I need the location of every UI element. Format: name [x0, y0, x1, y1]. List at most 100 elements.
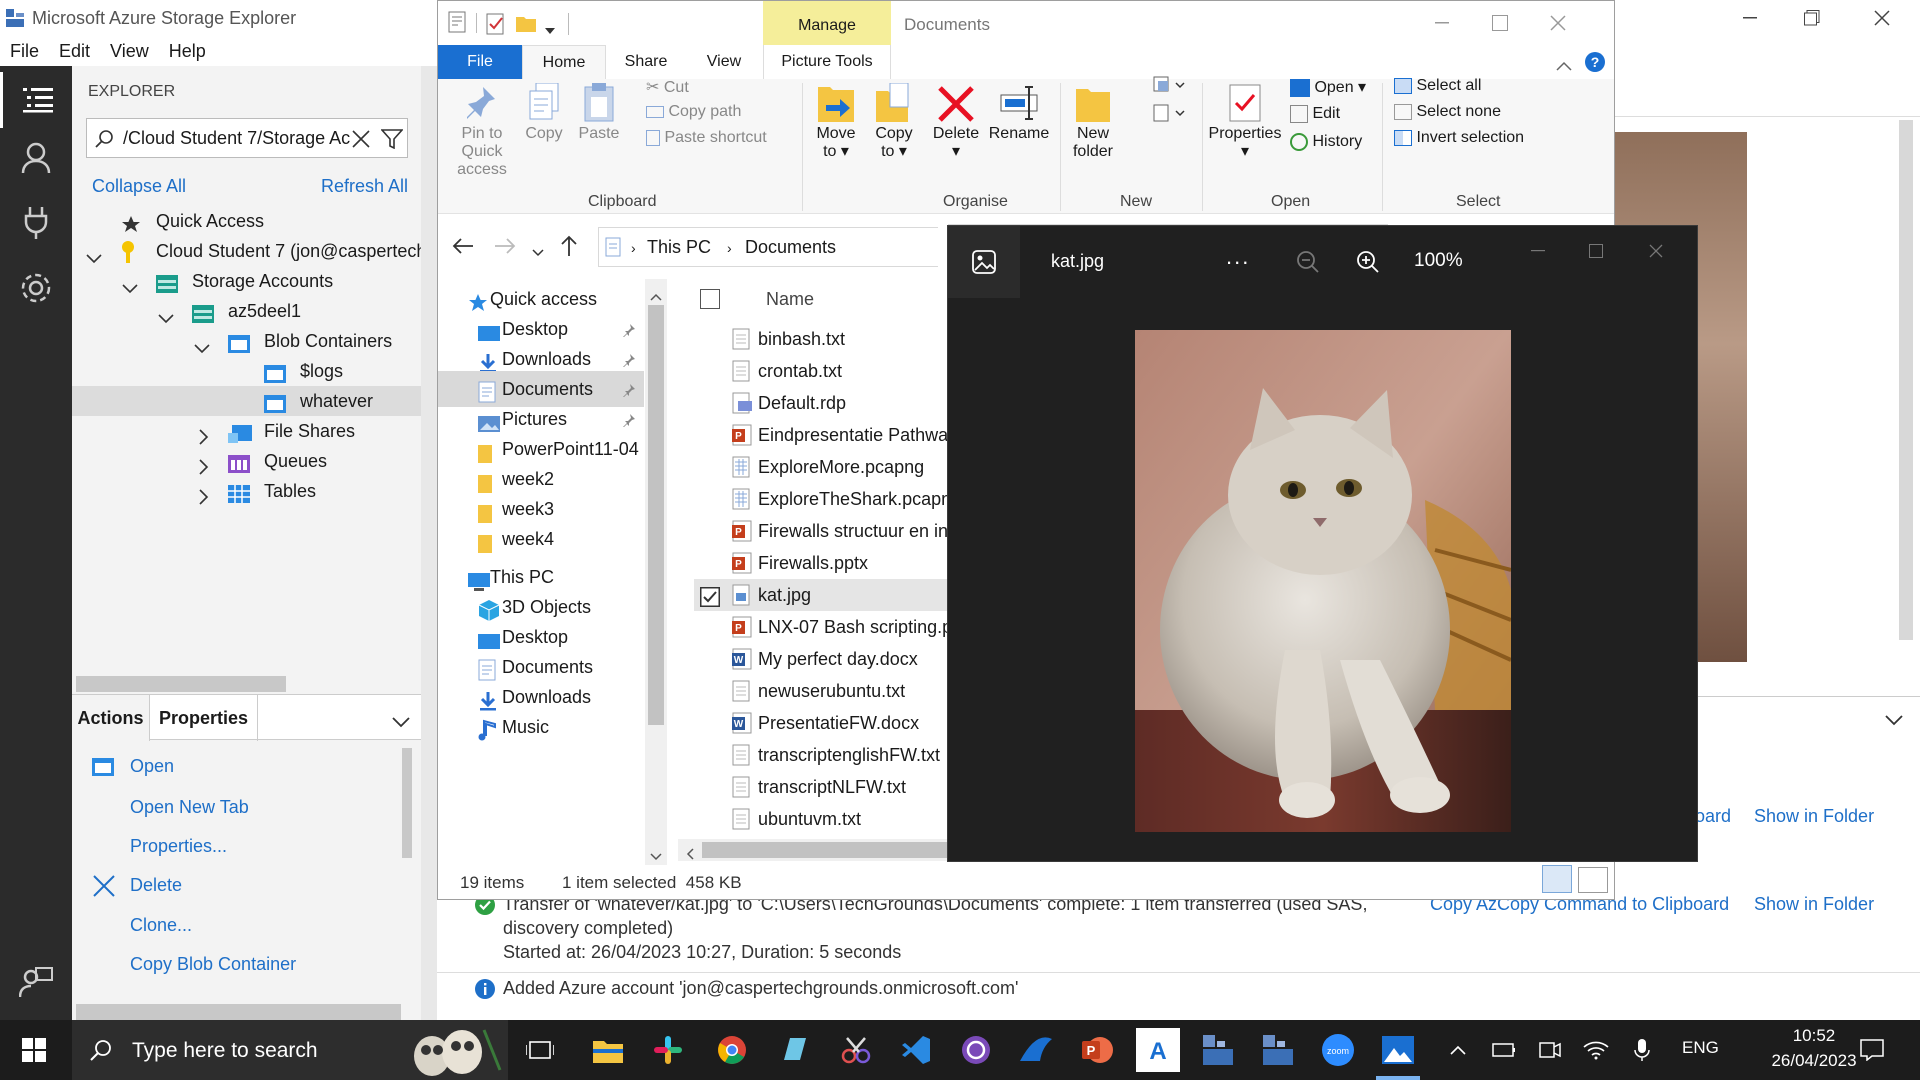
- breadcrumb-this-pc[interactable]: This PC: [647, 237, 711, 258]
- action-clone[interactable]: Clone...: [130, 915, 192, 936]
- pin-quick-access-button[interactable]: Pin to Quick access: [446, 79, 518, 179]
- tree-file-shares[interactable]: File Shares: [72, 416, 421, 446]
- restore-icon[interactable]: [1792, 4, 1832, 32]
- tab-share[interactable]: Share: [606, 45, 686, 79]
- select-all-checkbox[interactable]: [700, 289, 720, 309]
- filter-icon[interactable]: [380, 129, 404, 154]
- notes-app-icon[interactable]: [772, 1028, 816, 1072]
- minimize-icon[interactable]: [1518, 236, 1558, 266]
- editor-splitter[interactable]: [421, 66, 437, 1020]
- collapse-ribbon-icon[interactable]: [1556, 55, 1572, 76]
- windows-start-icon[interactable]: [12, 1028, 56, 1072]
- explorer-rail-icon[interactable]: [0, 72, 72, 128]
- recent-chevron-icon[interactable]: [532, 241, 544, 262]
- chrome-icon[interactable]: [710, 1028, 754, 1072]
- tree-whatever-container[interactable]: whatever: [72, 386, 421, 416]
- snipping-tool-icon[interactable]: [834, 1028, 878, 1072]
- tree-queues[interactable]: Queues: [72, 446, 421, 476]
- tree-storage-accounts[interactable]: Storage Accounts: [72, 266, 421, 296]
- action-open[interactable]: Open: [130, 756, 174, 777]
- paste-shortcut-button[interactable]: Paste shortcut: [646, 129, 767, 147]
- new-item-icon[interactable]: [1152, 75, 1188, 100]
- show-in-folder-link-1[interactable]: Show in Folder: [1754, 806, 1874, 827]
- scroll-left-icon[interactable]: [686, 844, 694, 865]
- menu-view[interactable]: View: [110, 36, 149, 66]
- rename-button[interactable]: Rename: [988, 79, 1050, 143]
- move-to-button[interactable]: Move to ▾: [810, 79, 862, 161]
- invert-selection-button[interactable]: Invert selection: [1394, 129, 1524, 147]
- tree-account[interactable]: Cloud Student 7 (jon@caspertech: [72, 236, 426, 266]
- action-copy-blob-container[interactable]: Copy Blob Container: [130, 954, 296, 975]
- zoom-icon[interactable]: zoom: [1316, 1028, 1360, 1072]
- help-icon[interactable]: ?: [1584, 51, 1606, 78]
- more-options-button[interactable]: ...: [1226, 244, 1250, 270]
- search-input[interactable]: /Cloud Student 7/Storage Ac: [123, 128, 350, 149]
- menu-file[interactable]: File: [10, 36, 39, 66]
- account-rail-icon[interactable]: [0, 130, 72, 186]
- nav-item-week4[interactable]: week4: [438, 521, 644, 557]
- copy-path-button[interactable]: Copy path: [646, 103, 741, 121]
- new-folder-qat-icon[interactable]: [516, 13, 536, 38]
- photos-app-taskbar-icon[interactable]: [1376, 1028, 1420, 1072]
- task-view-icon[interactable]: [518, 1028, 562, 1072]
- close-icon[interactable]: [1862, 4, 1902, 32]
- paste-button[interactable]: Paste: [574, 79, 624, 143]
- nav-item-music[interactable]: Music: [438, 709, 644, 745]
- battery-icon[interactable]: [1482, 1028, 1526, 1072]
- large-icons-view-icon[interactable]: [1578, 867, 1608, 893]
- qat-dropdown-icon[interactable]: [544, 19, 556, 40]
- notifications-icon[interactable]: [1850, 1028, 1894, 1072]
- tree-tables[interactable]: Tables: [72, 476, 421, 506]
- tree-quick-access[interactable]: Quick Access: [72, 206, 421, 236]
- scroll-down-icon[interactable]: [650, 845, 662, 866]
- slack-icon[interactable]: [646, 1028, 690, 1072]
- tab-properties[interactable]: Properties: [150, 695, 258, 741]
- manage-context-tab[interactable]: Manage: [763, 1, 891, 45]
- tab-home[interactable]: Home: [522, 45, 606, 80]
- details-view-icon[interactable]: [1542, 865, 1572, 893]
- forward-arrow-icon[interactable]: [494, 237, 516, 260]
- feedback-rail-icon[interactable]: [0, 954, 72, 1010]
- editor-scrollbar[interactable]: [1899, 120, 1913, 640]
- powerpoint-icon[interactable]: P: [1076, 1028, 1120, 1072]
- taskbar-search-input[interactable]: Type here to search: [132, 1039, 318, 1063]
- file-explorer-icon[interactable]: [586, 1028, 630, 1072]
- chevron-down-icon[interactable]: [1885, 710, 1903, 731]
- select-none-button[interactable]: Select none: [1394, 103, 1501, 121]
- search-box[interactable]: /Cloud Student 7/Storage Ac: [86, 118, 408, 158]
- meet-now-icon[interactable]: [1528, 1028, 1572, 1072]
- new-folder-button[interactable]: New folder: [1068, 79, 1118, 161]
- action-delete[interactable]: Delete: [130, 875, 182, 896]
- storage-explorer-taskbar-icon-2[interactable]: [1256, 1028, 1300, 1072]
- input-language[interactable]: ENG: [1682, 1038, 1719, 1058]
- storage-explorer-taskbar-icon[interactable]: [1196, 1028, 1240, 1072]
- zoom-in-icon[interactable]: [1356, 250, 1380, 279]
- chevron-right-icon[interactable]: [198, 484, 210, 514]
- maximize-icon[interactable]: [1576, 236, 1616, 266]
- address-bar[interactable]: › This PC › Documents: [598, 227, 938, 267]
- properties-button[interactable]: Properties ▾: [1208, 79, 1282, 161]
- tree-blob-containers[interactable]: Blob Containers: [72, 326, 421, 356]
- tab-actions[interactable]: Actions: [72, 695, 150, 741]
- tree-storage-account[interactable]: az5deel1: [72, 296, 421, 326]
- cut-button[interactable]: ✂ Cut: [646, 77, 689, 97]
- menu-help[interactable]: Help: [169, 36, 206, 66]
- select-all-button[interactable]: Select all: [1394, 77, 1481, 95]
- nav-scrollbar-thumb[interactable]: [648, 305, 664, 725]
- minimize-icon[interactable]: [1422, 9, 1462, 37]
- action-properties[interactable]: Properties...: [130, 836, 227, 857]
- tab-file[interactable]: File: [438, 45, 522, 79]
- action-open-new-tab[interactable]: Open New Tab: [130, 797, 249, 818]
- breadcrumb-documents[interactable]: Documents: [745, 237, 836, 258]
- scroll-up-icon[interactable]: [650, 285, 662, 306]
- wifi-icon[interactable]: [1574, 1028, 1618, 1072]
- partial-copy-azcopy-link[interactable]: oard: [1695, 806, 1731, 827]
- zoom-out-icon[interactable]: [1296, 250, 1320, 279]
- nav-scrollbar[interactable]: [645, 279, 667, 865]
- github-desktop-icon[interactable]: [954, 1028, 998, 1072]
- properties-qat-icon[interactable]: [448, 11, 468, 38]
- history-button[interactable]: History: [1290, 133, 1362, 151]
- microphone-icon[interactable]: [1620, 1028, 1664, 1072]
- vscode-icon[interactable]: [894, 1028, 938, 1072]
- clear-search-icon[interactable]: [351, 129, 371, 154]
